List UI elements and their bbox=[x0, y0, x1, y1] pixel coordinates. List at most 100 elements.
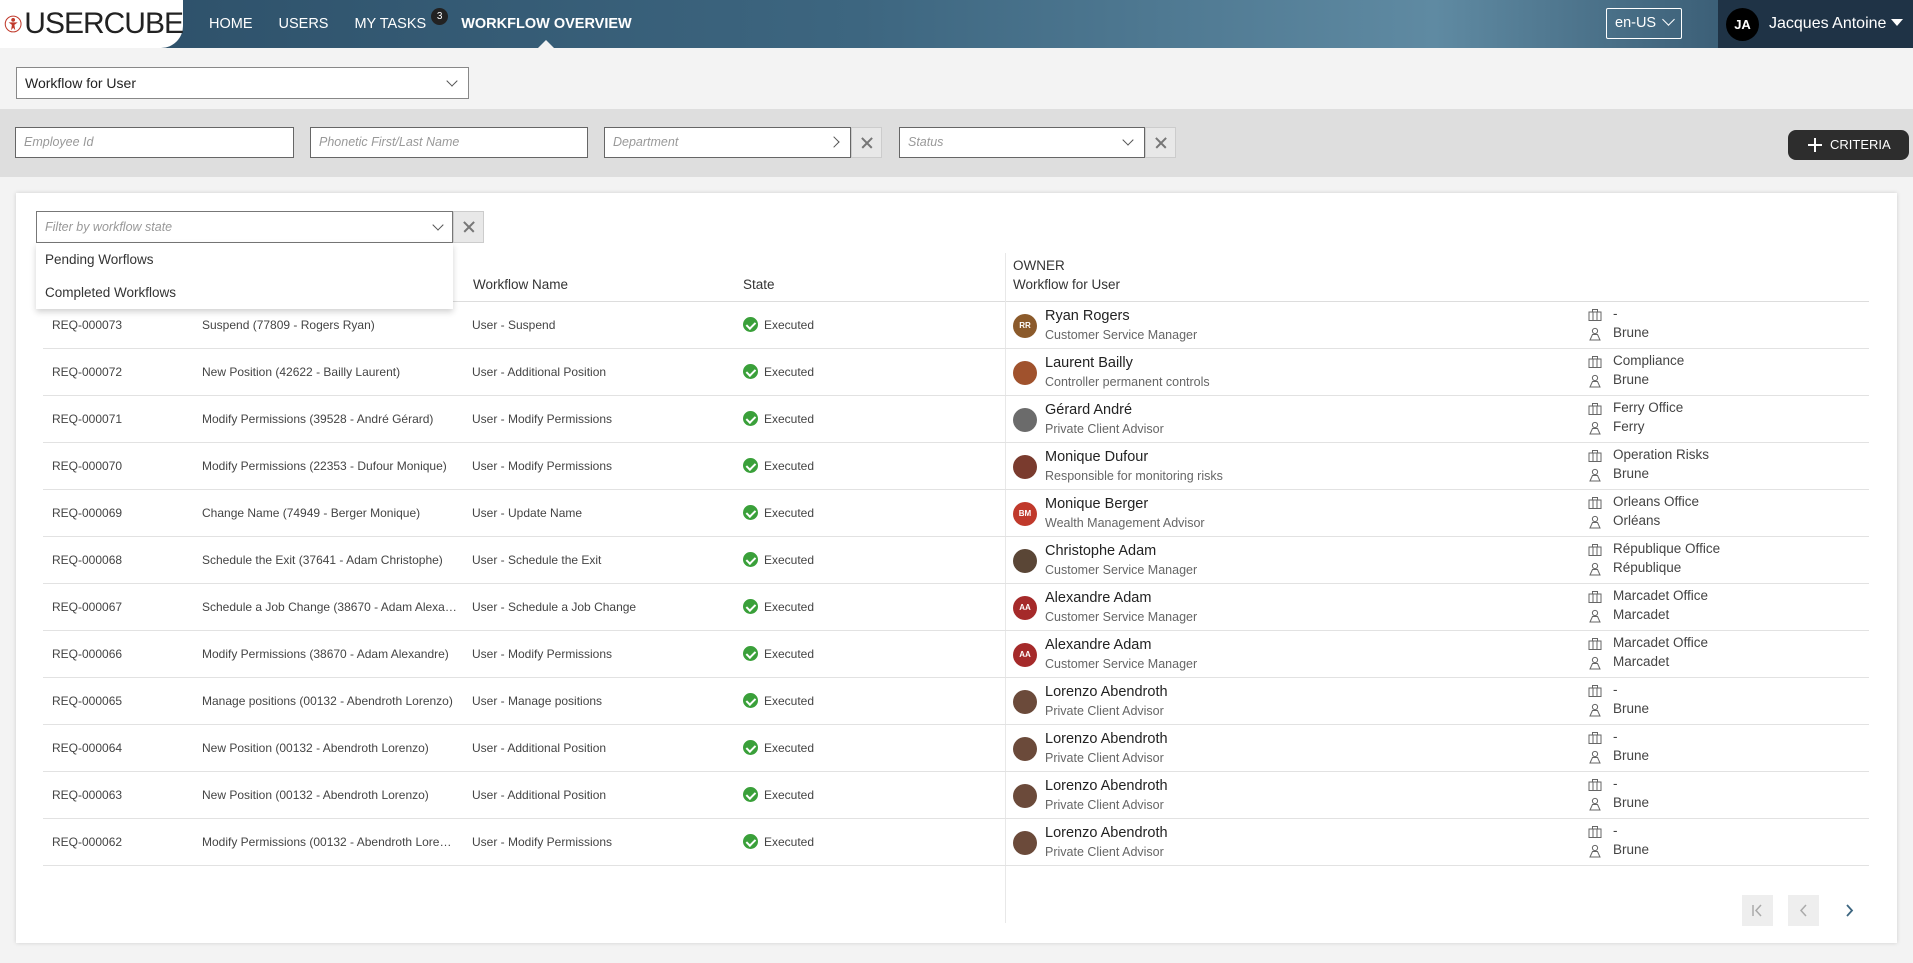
avatar: RR bbox=[1013, 314, 1037, 338]
state-label: Executed bbox=[764, 365, 815, 379]
owner-name[interactable]: Lorenzo Abendroth bbox=[1045, 825, 1168, 841]
state-label: Executed bbox=[764, 788, 815, 802]
check-circle-icon bbox=[743, 834, 758, 850]
owner-title: Private Client Advisor bbox=[1045, 422, 1164, 436]
nav-users[interactable]: USERS bbox=[266, 0, 342, 48]
table-row[interactable]: REQ-000072 New Position (42622 - Bailly L… bbox=[43, 349, 1869, 396]
user-menu[interactable]: JA Jacques Antoine bbox=[1718, 0, 1913, 48]
plus-icon bbox=[1808, 138, 1822, 152]
owner-name[interactable]: Laurent Bailly bbox=[1045, 355, 1133, 371]
state-label: Executed bbox=[764, 506, 815, 520]
avatar bbox=[1013, 831, 1037, 855]
request-name: Modify Permissions (39528 - André Gérard… bbox=[202, 412, 434, 426]
clear-department-button[interactable] bbox=[851, 127, 882, 158]
add-criteria-button[interactable]: CRITERIA bbox=[1788, 130, 1909, 160]
workflow-type-select[interactable]: Workflow for User bbox=[16, 67, 469, 99]
table-row[interactable]: REQ-000069 Change Name (74949 - Berger Mo… bbox=[43, 490, 1869, 537]
logo[interactable]: USERCUBE bbox=[0, 0, 184, 48]
request-id[interactable]: REQ-000063 bbox=[52, 772, 192, 818]
owner-name[interactable]: Alexandre Adam bbox=[1045, 637, 1151, 653]
request-id[interactable]: REQ-000069 bbox=[52, 490, 192, 536]
next-page-button[interactable] bbox=[1834, 895, 1865, 926]
nav-workflow-overview[interactable]: WORKFLOW OVERVIEW bbox=[448, 0, 645, 48]
table-row[interactable]: REQ-000073 Suspend (77809 - Rogers Ryan) U… bbox=[43, 302, 1869, 349]
table-row[interactable]: REQ-000065 Manage positions (00132 - Aben… bbox=[43, 678, 1869, 725]
owner-title: Controller permanent controls bbox=[1045, 375, 1210, 389]
check-circle-icon bbox=[743, 693, 758, 709]
check-circle-icon bbox=[743, 364, 758, 380]
request-id[interactable]: REQ-000071 bbox=[52, 396, 192, 442]
table-row[interactable]: REQ-000063 New Position (00132 - Abendrot… bbox=[43, 772, 1869, 819]
clear-state-filter-button[interactable] bbox=[453, 211, 484, 243]
table-row[interactable]: REQ-000062 Modify Permissions (00132 - Ab… bbox=[43, 819, 1869, 866]
header-workflow-name[interactable]: Workflow Name bbox=[473, 277, 568, 292]
owner-name[interactable]: Ryan Rogers bbox=[1045, 308, 1130, 324]
briefcase-icon bbox=[1588, 449, 1602, 463]
request-id[interactable]: REQ-000067 bbox=[52, 584, 192, 630]
workflow-name: User - Modify Permissions bbox=[472, 459, 613, 473]
option-pending-workflows[interactable]: Pending Worflows bbox=[36, 243, 453, 276]
filter-bar: Employee Id Phonetic First/Last Name Dep… bbox=[0, 109, 1913, 177]
request-id[interactable]: REQ-000064 bbox=[52, 725, 192, 771]
usercube-logo-icon bbox=[4, 15, 22, 33]
state-label: Executed bbox=[764, 553, 815, 567]
owner-name[interactable]: Alexandre Adam bbox=[1045, 590, 1151, 606]
request-id[interactable]: REQ-000065 bbox=[52, 678, 192, 724]
check-circle-icon bbox=[743, 740, 758, 756]
chevron-right-icon bbox=[828, 136, 840, 148]
table-row[interactable]: REQ-000068 Schedule the Exit (37641 - Ada… bbox=[43, 537, 1869, 584]
person-icon bbox=[1588, 844, 1602, 858]
option-completed-workflows[interactable]: Completed Workflows bbox=[36, 276, 453, 309]
avatar: JA bbox=[1726, 7, 1759, 41]
workflow-state-filter[interactable]: Filter by workflow state bbox=[36, 211, 453, 243]
briefcase-icon bbox=[1588, 731, 1602, 745]
person-icon bbox=[1588, 750, 1602, 764]
name-input[interactable]: Phonetic First/Last Name bbox=[310, 127, 588, 158]
status-placeholder: Status bbox=[908, 135, 944, 149]
language-select[interactable]: en-US bbox=[1606, 8, 1682, 39]
briefcase-icon bbox=[1588, 684, 1602, 698]
chevron-down-icon bbox=[1122, 134, 1134, 146]
request-id[interactable]: REQ-000070 bbox=[52, 443, 192, 489]
owner-name[interactable]: Monique Dufour bbox=[1045, 449, 1148, 465]
employee-id-input[interactable]: Employee Id bbox=[15, 127, 294, 158]
request-name: New Position (42622 - Bailly Laurent) bbox=[202, 365, 401, 379]
table-row[interactable]: REQ-000071 Modify Permissions (39528 - An… bbox=[43, 396, 1869, 443]
nav-home[interactable]: HOME bbox=[196, 0, 266, 48]
first-page-button[interactable] bbox=[1742, 895, 1773, 926]
previous-page-button[interactable] bbox=[1788, 895, 1819, 926]
request-id[interactable]: REQ-000066 bbox=[52, 631, 192, 677]
state-label: Executed bbox=[764, 647, 815, 661]
owner-name[interactable]: Christophe Adam bbox=[1045, 543, 1156, 559]
owner-name[interactable]: Lorenzo Abendroth bbox=[1045, 684, 1168, 700]
request-id[interactable]: REQ-000068 bbox=[52, 537, 192, 583]
clear-status-button[interactable] bbox=[1145, 127, 1176, 158]
table-row[interactable]: REQ-000064 New Position (00132 - Abendrot… bbox=[43, 725, 1869, 772]
person-icon bbox=[1588, 562, 1602, 576]
location: Brune bbox=[1613, 466, 1650, 481]
person-icon bbox=[1588, 374, 1602, 388]
nav-my-tasks-label: MY TASKS bbox=[354, 16, 427, 32]
request-id[interactable]: REQ-000062 bbox=[52, 819, 192, 865]
owner-name[interactable]: Monique Berger bbox=[1045, 496, 1148, 512]
table-row[interactable]: REQ-000067 Schedule a Job Change (38670 -… bbox=[43, 584, 1869, 631]
header-owner: OWNER bbox=[1013, 258, 1065, 273]
workflow-name: User - Schedule the Exit bbox=[472, 553, 602, 567]
owner-name[interactable]: Gérard André bbox=[1045, 402, 1132, 418]
owner-name[interactable]: Lorenzo Abendroth bbox=[1045, 731, 1168, 747]
state-label: Executed bbox=[764, 412, 815, 426]
table-row[interactable]: REQ-000066 Modify Permissions (38670 - Ad… bbox=[43, 631, 1869, 678]
tasks-count-badge: 3 bbox=[431, 8, 449, 25]
header-state[interactable]: State bbox=[743, 277, 775, 292]
owner-name[interactable]: Lorenzo Abendroth bbox=[1045, 778, 1168, 794]
owner-title: Private Client Advisor bbox=[1045, 845, 1164, 859]
request-name: Manage positions (00132 - Abendroth Lore… bbox=[202, 694, 453, 708]
department-picker[interactable]: Department bbox=[604, 127, 851, 158]
status-select[interactable]: Status bbox=[899, 127, 1145, 158]
state-cell: Executed bbox=[743, 302, 943, 348]
table-row[interactable]: REQ-000070 Modify Permissions (22353 - Du… bbox=[43, 443, 1869, 490]
briefcase-icon bbox=[1588, 825, 1602, 839]
request-id[interactable]: REQ-000072 bbox=[52, 349, 192, 395]
nav-my-tasks[interactable]: MY TASKS 3 bbox=[341, 0, 449, 48]
owner-title: Customer Service Manager bbox=[1045, 328, 1198, 342]
